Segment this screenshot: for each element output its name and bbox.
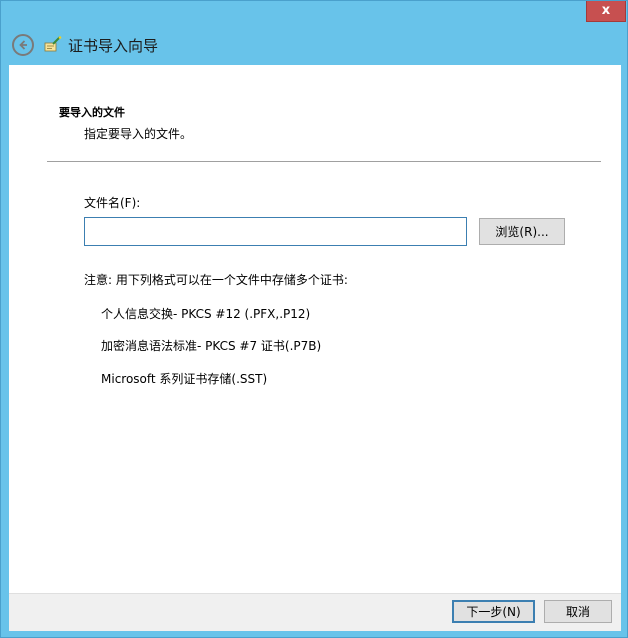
window-title: 证书导入向导 bbox=[68, 37, 159, 55]
format-item-p7b: 加密消息语法标准- PKCS #7 证书(.P7B) bbox=[101, 339, 322, 353]
wizard-header: 证书导入向导 bbox=[9, 29, 621, 63]
filename-label: 文件名(F): bbox=[84, 196, 141, 210]
browse-button[interactable]: 浏览(R)... bbox=[479, 218, 565, 245]
next-button[interactable]: 下一步(N) bbox=[452, 600, 535, 623]
section-description: 指定要导入的文件。 bbox=[84, 127, 193, 141]
wizard-window: x 证书导入向导 要导入的文件 指定要导入的文件。 文件名(F): 浏览(R).… bbox=[0, 0, 628, 638]
certificate-wizard-icon bbox=[44, 36, 62, 52]
back-arrow-icon bbox=[19, 40, 27, 50]
close-button[interactable]: x bbox=[586, 1, 626, 22]
divider bbox=[47, 161, 601, 162]
wizard-footer: 下一步(N) 取消 bbox=[9, 593, 621, 631]
section-title: 要导入的文件 bbox=[59, 106, 125, 119]
wizard-content: 要导入的文件 指定要导入的文件。 文件名(F): 浏览(R)... 注意: 用下… bbox=[9, 65, 621, 593]
cancel-button[interactable]: 取消 bbox=[544, 600, 612, 623]
format-item-sst: Microsoft 系列证书存储(.SST) bbox=[101, 372, 268, 386]
note-text: 注意: 用下列格式可以在一个文件中存储多个证书: bbox=[84, 273, 348, 287]
filename-input[interactable] bbox=[84, 217, 467, 246]
format-item-pfx: 个人信息交换- PKCS #12 (.PFX,.P12) bbox=[101, 307, 311, 321]
back-button[interactable] bbox=[12, 34, 34, 56]
